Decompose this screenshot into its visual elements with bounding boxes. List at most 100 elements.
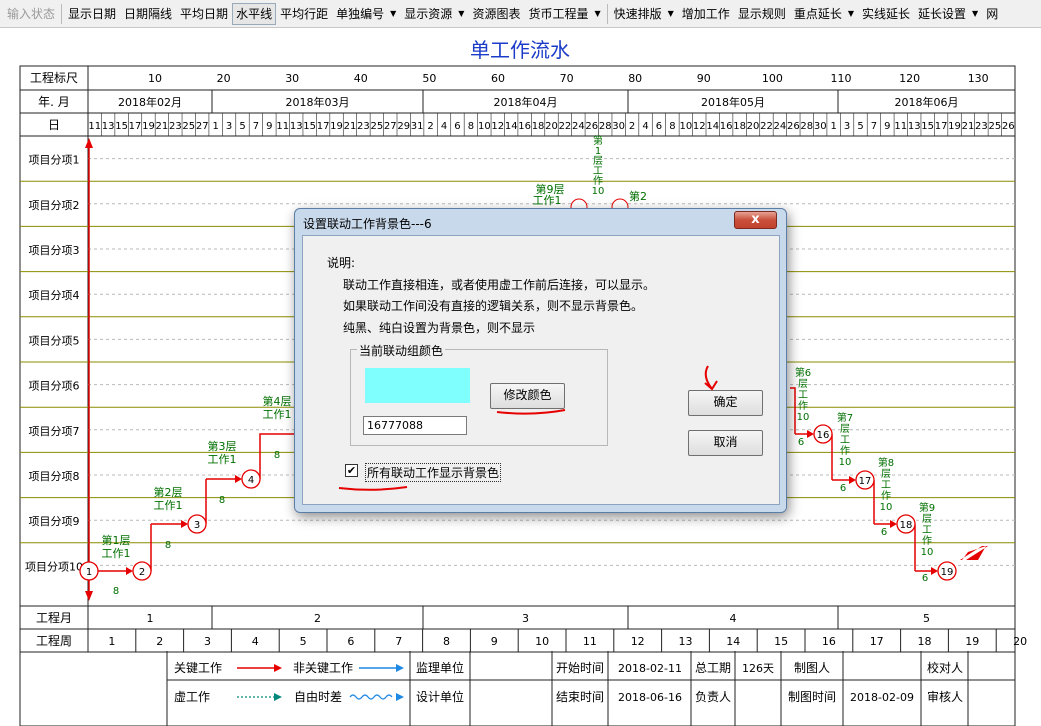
project-week-cell: 9 [491, 635, 498, 648]
legend-free-float: 自由时差 [294, 690, 342, 704]
chevron-down-icon[interactable]: ▼ [668, 3, 674, 25]
toolbar-button-13[interactable]: 重点延长 ▼ [790, 3, 858, 25]
toolbar-button-label: 显示日期 [68, 6, 117, 21]
day-cell: 13 [102, 121, 115, 132]
project-week-cell: 5 [300, 635, 307, 648]
day-cell: 27 [384, 121, 397, 132]
chevron-down-icon[interactable]: ▼ [848, 3, 854, 25]
task-label: 工作1 [533, 194, 562, 207]
task-label: 工作1 [263, 408, 292, 421]
legend-end: 2018-06-16 [618, 691, 682, 704]
toolbar-button-label: 平均行距 [280, 6, 329, 21]
project-week-cell: 1 [108, 635, 115, 648]
day-cell: 25 [370, 121, 383, 132]
toolbar-button-15[interactable]: 延长设置 ▼ [914, 3, 982, 25]
day-cell: 2 [629, 121, 635, 132]
toolbar-button-4[interactable]: 水平线 [232, 2, 277, 25]
axis-arrow-up-icon [85, 138, 93, 148]
node-number: 3 [194, 520, 200, 531]
row-label: 项目分项5 [29, 334, 80, 347]
day-cell: 23 [357, 121, 370, 132]
day-cell: 8 [669, 121, 675, 132]
project-month-cell: 1 [147, 612, 154, 625]
arrowhead-icon [396, 693, 404, 701]
day-cell: 12 [491, 121, 504, 132]
toolbar-button-14[interactable]: 实线延长 [858, 3, 914, 25]
task-label: 10 [592, 186, 605, 197]
task-label: 第4层 [263, 394, 292, 408]
project-week-cell: 14 [726, 635, 740, 648]
task-label: 10 [921, 547, 934, 558]
toolbar-button-5[interactable]: 平均行距 [276, 3, 332, 25]
toolbar-button-label: 货币工程量 [528, 6, 589, 21]
task-label: 层 [881, 468, 891, 480]
toolbar-button-12[interactable]: 显示规则 [734, 3, 790, 25]
project-week-cell: 17 [870, 635, 884, 648]
day-cell: 23 [975, 121, 988, 132]
day-cell: 24 [572, 121, 585, 132]
toolbar-button-1[interactable]: 显示日期 [64, 3, 120, 25]
day-cell: 4 [441, 121, 447, 132]
toolbar-button-label: 显示规则 [737, 6, 786, 21]
toolbar: 输入状态 显示日期 日期隔线 平均日期 水平线 平均行距 单独编号 ▼ 显示资源 ▼ 资源图表 货币工… [0, 0, 1041, 28]
project-month-cell: 3 [522, 612, 529, 625]
toolbar-button-9[interactable]: 货币工程量 ▼ [524, 3, 604, 25]
legend-draw-time-label: 制图时间 [788, 690, 836, 704]
toolbar-button-3[interactable]: 平均日期 [176, 3, 232, 25]
legend-reviewer-label: 审核人 [927, 689, 963, 704]
toolbar-button-10[interactable]: 快速排版 ▼ [610, 3, 678, 25]
task-label: 工作1 [102, 547, 131, 560]
row-label: 项目分项6 [29, 380, 80, 393]
day-cell: 25 [182, 121, 195, 132]
month-cell: 2018年06月 [895, 95, 959, 109]
day-cell: 3 [844, 121, 850, 132]
legend-supervisor: 监理单位 [416, 660, 464, 675]
toolbar-button-16[interactable]: 网 [982, 3, 1002, 25]
day-cell: 20 [545, 121, 558, 132]
toolbar-button-6[interactable]: 单独编号 ▼ [332, 3, 400, 25]
toolbar-button-label: 增加工作 [681, 6, 730, 21]
toolbar-button-7[interactable]: 显示资源 ▼ [400, 3, 468, 25]
day-cell: 30 [814, 121, 827, 132]
toolbar-button-label: 平均日期 [180, 6, 229, 21]
task-label: 第3层 [208, 439, 237, 453]
task-label: 作 [798, 400, 808, 412]
toolbar-button-8[interactable]: 资源图表 [468, 3, 524, 25]
set-linked-work-bg-dialog: 设置联动工作背景色---6 x 说明: 联动工作直接相连，或者使用虚工作前后连接… [294, 208, 787, 513]
chevron-down-icon[interactable]: ▼ [390, 3, 396, 25]
chevron-down-icon[interactable]: ▼ [458, 3, 464, 25]
dialog-close-button[interactable]: x [734, 211, 777, 229]
ruler-tick: 20 [217, 72, 231, 85]
legend-end-label: 结束时间 [556, 690, 604, 704]
task-label: 工 [798, 390, 808, 401]
close-icon[interactable]: x [751, 212, 759, 227]
task-label: 10 [797, 412, 810, 423]
toolbar-button-label: 水平线 [236, 6, 273, 21]
ruler-tick: 100 [762, 72, 783, 85]
day-cell: 20 [747, 121, 760, 132]
day-cell: 26 [585, 121, 598, 132]
day-cell: 14 [706, 121, 719, 132]
toolbar-button-2[interactable]: 日期隔线 [120, 3, 176, 25]
ruler-tick: 120 [899, 72, 920, 85]
toolbar-button-label: 网 [986, 6, 999, 21]
day-cell: 22 [760, 121, 773, 132]
month-cell: 2018年02月 [118, 95, 182, 109]
row-label: 项目分项1 [29, 154, 80, 167]
end-flag-icon [960, 546, 988, 560]
task-label: 第1层 [102, 533, 131, 547]
task-duration: 6 [922, 573, 928, 584]
arrowhead-icon [807, 430, 814, 438]
toolbar-separator [61, 3, 63, 24]
day-cell: 26 [1002, 121, 1015, 132]
day-cell: 23 [169, 121, 182, 132]
day-cell: 11 [88, 121, 101, 132]
day-cell: 17 [129, 121, 142, 132]
toolbar-button-11[interactable]: 增加工作 [678, 3, 734, 25]
day-cell: 25 [988, 121, 1001, 132]
task-label: 10 [839, 457, 852, 468]
dialog-title: 设置联动工作背景色---6 [303, 217, 432, 231]
chevron-down-icon[interactable]: ▼ [594, 3, 600, 25]
project-week-cell: 3 [204, 635, 211, 648]
chevron-down-icon[interactable]: ▼ [972, 3, 978, 25]
